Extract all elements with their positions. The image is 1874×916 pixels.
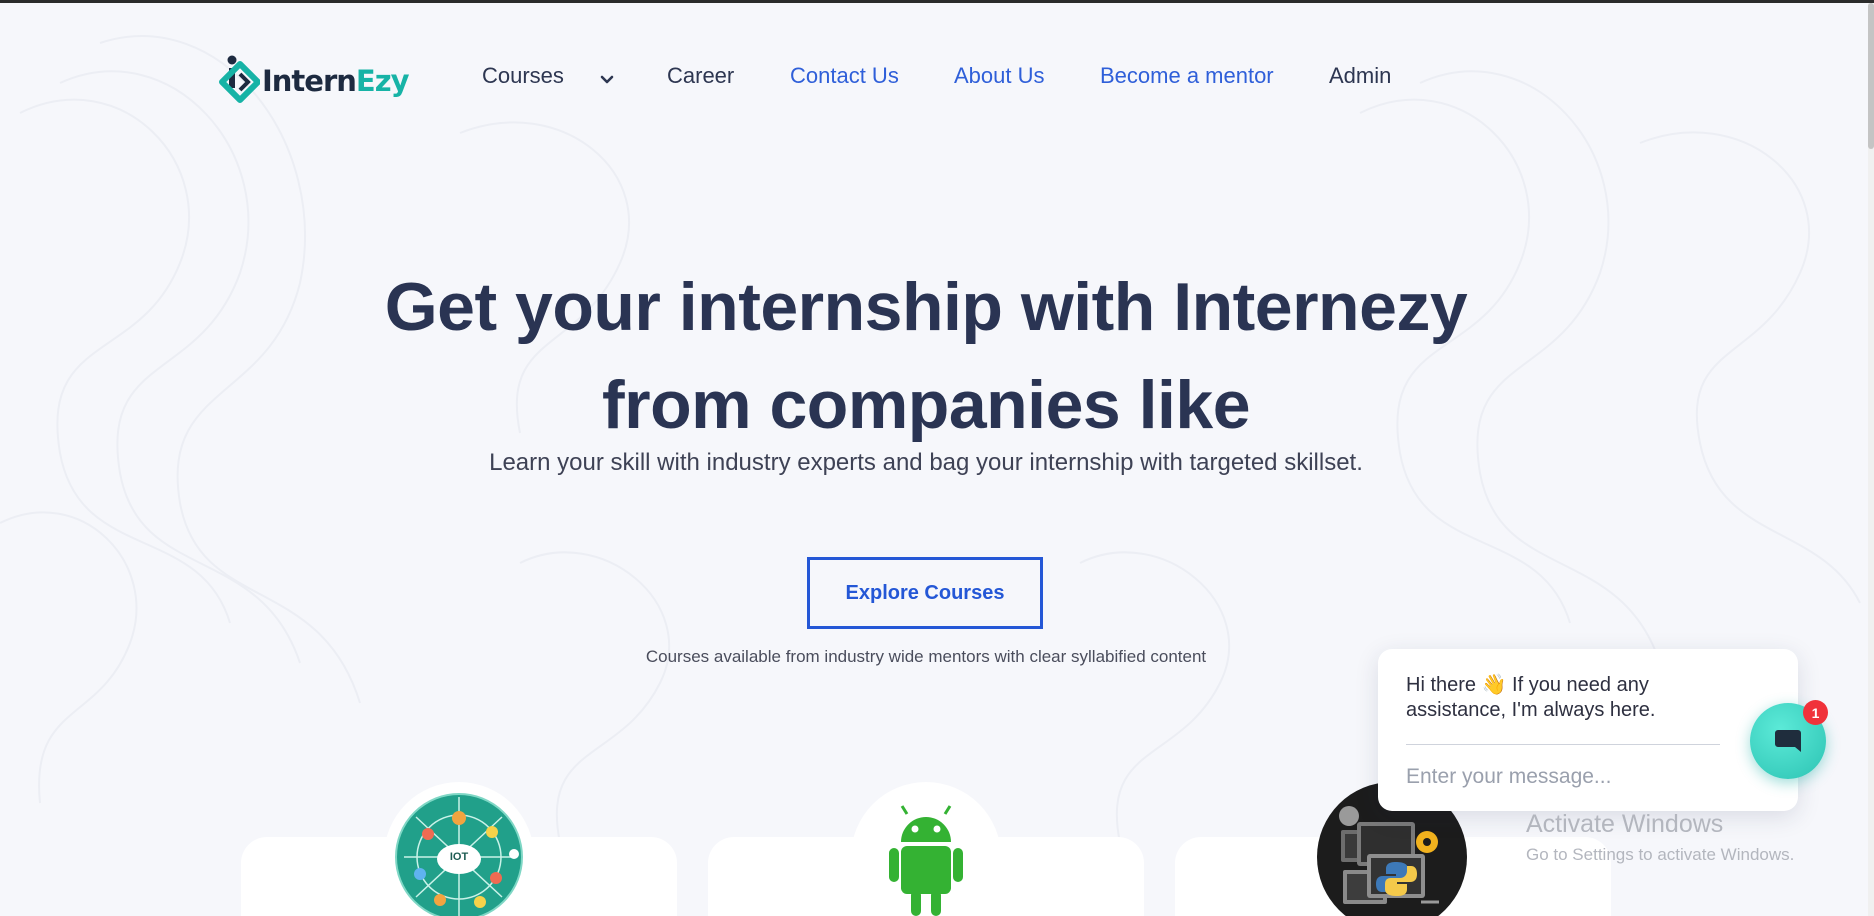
hero-title: Get your internship with Internezy from … [0,258,1852,454]
brand-logo-mark-icon [219,55,260,103]
chat-popup: Hi there 👋 If you need any assistance, I… [1378,649,1798,811]
chat-unread-badge: 1 [1803,700,1828,725]
nav-courses[interactable]: Courses [482,63,564,89]
iot-globe-icon: IOT [384,782,534,916]
page-scrollbar-thumb[interactable] [1868,3,1874,149]
nav-admin[interactable]: Admin [1329,63,1391,89]
android-icon [851,782,1001,916]
nav-contact-us[interactable]: Contact Us [790,63,899,89]
brand-logo[interactable]: InternEzy [216,52,410,110]
activation-subtitle: Go to Settings to activate Windows. [1526,845,1795,864]
nav-career[interactable]: Career [667,63,734,89]
activation-title: Activate Windows [1526,810,1724,838]
hero-subtitle: Learn your skill with industry experts a… [489,449,1363,476]
chat-message-input[interactable] [1406,760,1720,794]
chat-bubble-icon [1775,730,1801,752]
windows-activation-watermark: Activate Windows Go to Settings to activ… [1526,810,1794,865]
hero-title-line1: Get your internship with Internezy [384,269,1468,345]
chat-divider [1406,744,1720,745]
nav-become-a-mentor[interactable]: Become a mentor [1100,63,1274,89]
chat-greeting: Hi there 👋 If you need any assistance, I… [1406,674,1656,721]
explore-courses-button[interactable]: Explore Courses [807,557,1043,629]
window-top-border [0,0,1874,3]
nav-about-us[interactable]: About Us [954,63,1045,89]
chevron-down-icon[interactable] [596,71,618,89]
brand-name: InternEzy [262,64,410,98]
hero-title-line2: from companies like [601,367,1251,443]
iot-label: IOT [450,851,469,863]
